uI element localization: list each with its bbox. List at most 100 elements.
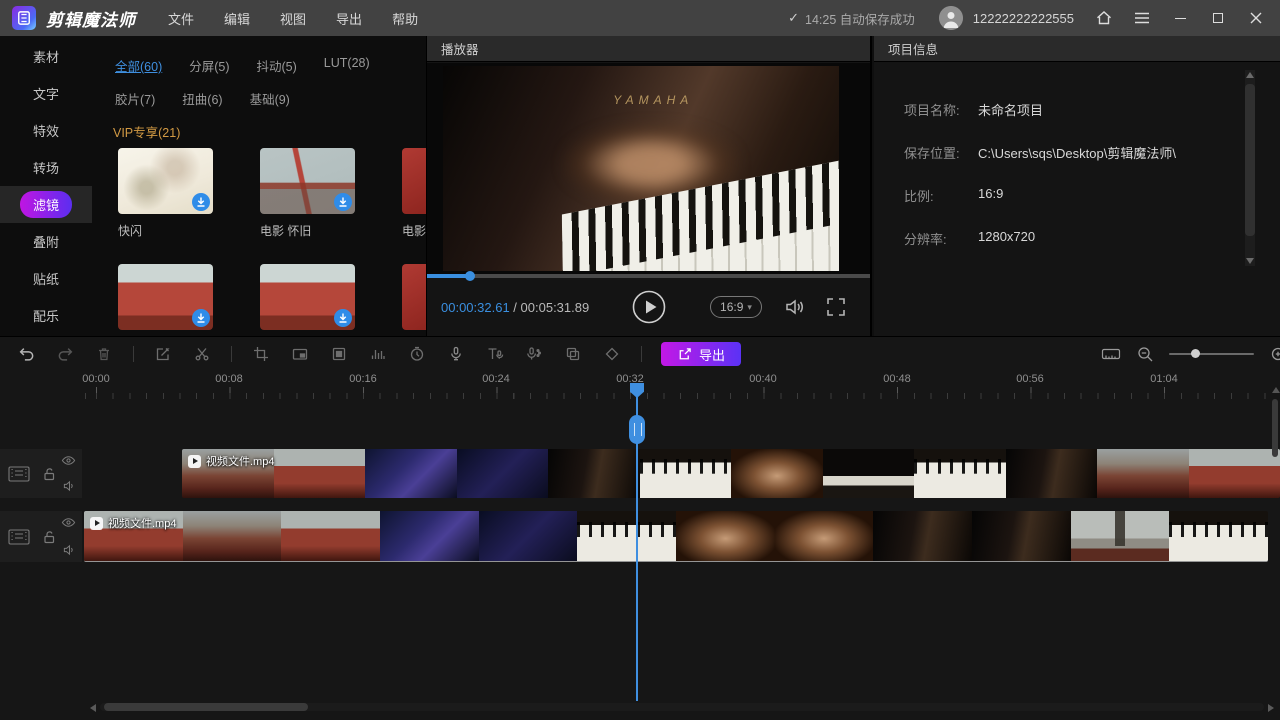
scroll-down-icon[interactable] xyxy=(1246,258,1254,264)
download-icon[interactable] xyxy=(192,193,210,211)
track-mute-icon[interactable] xyxy=(63,480,76,492)
menu-export[interactable]: 导出 xyxy=(328,5,370,32)
playhead-handle[interactable] xyxy=(629,415,645,444)
split-scissors-icon[interactable] xyxy=(192,344,212,364)
info-scrollbar-thumb[interactable] xyxy=(1245,84,1255,236)
timeline-hscrollbar-thumb[interactable] xyxy=(104,703,308,711)
vscroll-up-icon[interactable] xyxy=(1272,387,1280,393)
export-button[interactable]: 导出 xyxy=(661,342,741,366)
sidebar-item-effects[interactable]: 特效 xyxy=(0,112,92,149)
home-button[interactable] xyxy=(1090,5,1118,31)
clip-frame xyxy=(479,511,578,561)
sidebar-item-stickers[interactable]: 贴纸 xyxy=(0,260,92,297)
titlebar: 剪辑魔法师 文件 编辑 视图 导出 帮助 ✓ 14:25 自动保存成功 1222… xyxy=(0,0,1280,36)
pip-icon[interactable] xyxy=(290,344,310,364)
filter-card[interactable] xyxy=(260,264,355,330)
download-icon[interactable] xyxy=(192,309,210,327)
filter-card[interactable]: 电影 xyxy=(402,148,427,239)
app-logo-icon xyxy=(12,6,36,30)
username[interactable]: 12222222222555 xyxy=(973,11,1074,26)
unlock-icon[interactable] xyxy=(42,466,56,481)
menu-file[interactable]: 文件 xyxy=(160,5,202,32)
undo-button[interactable] xyxy=(16,344,36,364)
mask-icon[interactable] xyxy=(329,344,349,364)
resolution-label: 分辨率: xyxy=(904,229,978,248)
clip-frame xyxy=(281,511,380,561)
sidebar-item-filters[interactable]: 滤镜 xyxy=(0,186,92,223)
filter-thumbnail[interactable] xyxy=(402,264,427,330)
track-mute-icon[interactable] xyxy=(63,544,76,556)
menu-view[interactable]: 视图 xyxy=(272,5,314,32)
tab-shake[interactable]: 抖动(5) xyxy=(257,56,297,75)
filter-thumbnail[interactable] xyxy=(118,264,213,330)
record-mic-icon[interactable] xyxy=(446,344,466,364)
aspect-ratio-button[interactable]: 16:9▾ xyxy=(710,296,762,318)
filter-card[interactable]: 快闪 xyxy=(118,148,213,239)
speed-clock-icon[interactable] xyxy=(407,344,427,364)
clip-label: 视频文件.mp4 xyxy=(90,515,176,531)
hscroll-right-icon[interactable] xyxy=(1268,704,1274,712)
filter-thumbnail[interactable] xyxy=(260,264,355,330)
zoom-in-icon[interactable] xyxy=(1268,344,1280,364)
fullscreen-button[interactable] xyxy=(825,296,847,318)
info-scrollbar[interactable] xyxy=(1245,70,1255,266)
filter-card[interactable] xyxy=(118,264,213,330)
filter-thumbnail[interactable] xyxy=(260,148,355,214)
speech-to-text-icon[interactable] xyxy=(524,344,544,364)
volume-button[interactable] xyxy=(783,295,807,319)
video-clip[interactable]: 视频文件.mp4 xyxy=(84,511,1268,562)
scroll-up-icon[interactable] xyxy=(1246,72,1254,78)
tab-distort[interactable]: 扭曲(6) xyxy=(182,89,222,108)
freeze-frame-icon[interactable] xyxy=(563,344,583,364)
user-avatar[interactable] xyxy=(939,6,963,30)
sidebar-item-music[interactable]: 配乐 xyxy=(0,297,92,334)
tab-vip[interactable]: VIP专享(21) xyxy=(92,122,426,141)
crop-icon[interactable] xyxy=(251,344,271,364)
download-icon[interactable] xyxy=(334,193,352,211)
sidebar-item-text[interactable]: 文字 xyxy=(0,75,92,112)
timeline-vscrollbar-thumb[interactable] xyxy=(1272,399,1278,457)
menu-edit[interactable]: 编辑 xyxy=(216,5,258,32)
timeline-vscrollbar[interactable] xyxy=(1272,399,1278,697)
sidebar-item-media[interactable]: 素材 xyxy=(0,38,92,75)
tab-splitscreen[interactable]: 分屏(5) xyxy=(189,56,229,75)
download-icon[interactable] xyxy=(334,309,352,327)
zoom-slider-knob[interactable] xyxy=(1191,349,1200,358)
minimize-button[interactable] xyxy=(1166,5,1194,31)
audio-wave-icon[interactable] xyxy=(368,344,388,364)
unlock-icon[interactable] xyxy=(42,529,56,544)
play-button[interactable] xyxy=(632,290,666,324)
tab-basic[interactable]: 基础(9) xyxy=(250,89,290,108)
clip-frame xyxy=(1169,511,1268,561)
filter-card[interactable] xyxy=(402,264,427,330)
hscroll-left-icon[interactable] xyxy=(90,704,96,712)
menu-help[interactable]: 帮助 xyxy=(384,5,426,32)
video-clip[interactable]: 视频文件.mp4 xyxy=(182,449,1280,498)
filter-card[interactable]: 电影 怀旧 xyxy=(260,148,355,239)
filter-name: 电影 怀旧 xyxy=(260,222,355,239)
track-header xyxy=(0,511,82,562)
timeline-zoom-slider[interactable] xyxy=(1169,353,1254,355)
zoom-out-icon[interactable] xyxy=(1135,344,1155,364)
filter-thumbnail[interactable] xyxy=(402,148,427,214)
track-visibility-icon[interactable] xyxy=(61,517,76,528)
close-button[interactable] xyxy=(1242,5,1270,31)
tab-film[interactable]: 胶片(7) xyxy=(115,89,155,108)
sidebar-item-overlays[interactable]: 叠附 xyxy=(0,223,92,260)
delete-icon[interactable] xyxy=(94,344,114,364)
edit-icon[interactable] xyxy=(153,344,173,364)
fit-timeline-icon[interactable] xyxy=(1101,344,1121,364)
timeline-hscrollbar[interactable] xyxy=(100,703,1264,711)
hamburger-menu-button[interactable] xyxy=(1128,5,1156,31)
player-progress-bar[interactable] xyxy=(427,274,870,278)
tab-all[interactable]: 全部(60) xyxy=(115,56,162,75)
filter-thumbnail[interactable] xyxy=(118,148,213,214)
keyframe-icon[interactable] xyxy=(602,344,622,364)
track-visibility-icon[interactable] xyxy=(61,455,76,466)
text-to-speech-icon[interactable] xyxy=(485,344,505,364)
maximize-button[interactable] xyxy=(1204,5,1232,31)
sidebar-item-transitions[interactable]: 转场 xyxy=(0,149,92,186)
tab-lut[interactable]: LUT(28) xyxy=(324,56,370,75)
toolbar-separator xyxy=(133,346,134,362)
redo-button[interactable] xyxy=(55,344,75,364)
